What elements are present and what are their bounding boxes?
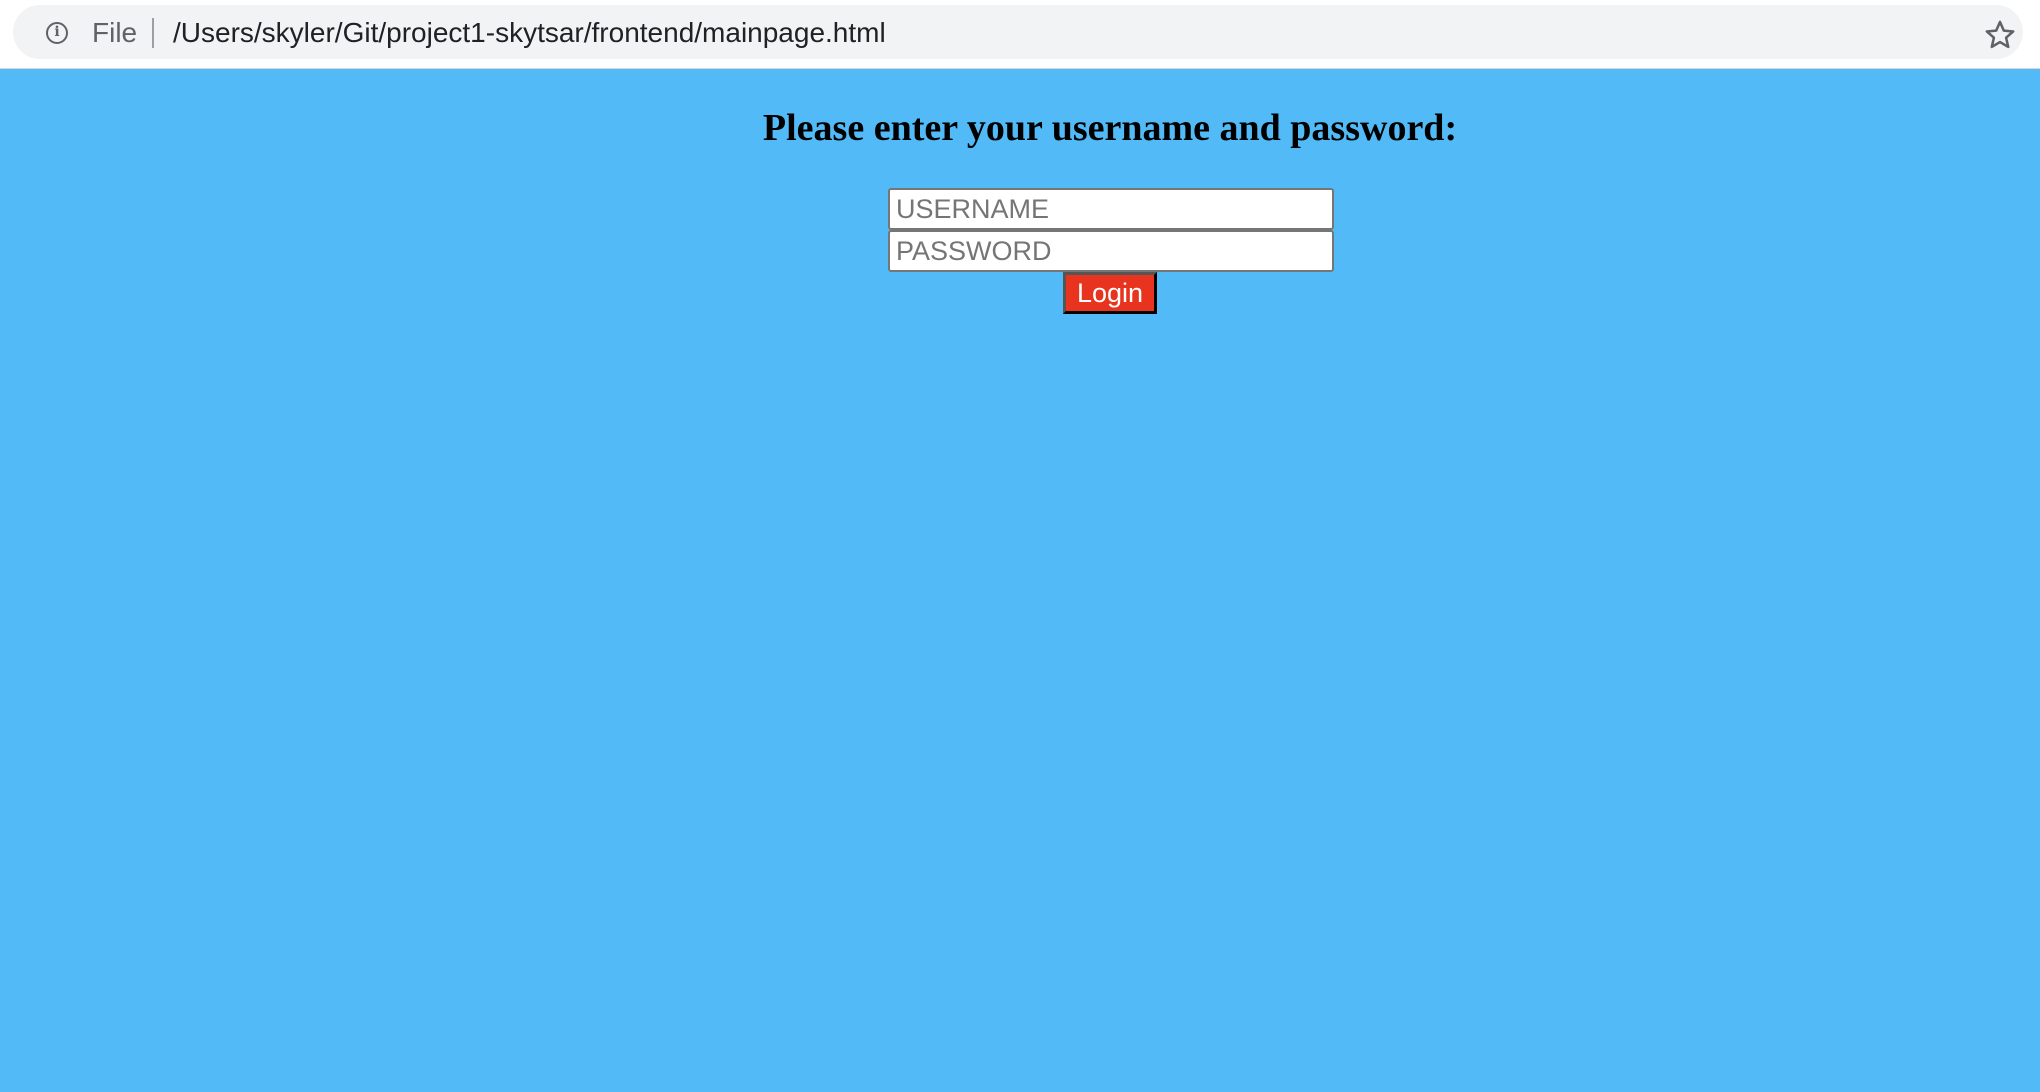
address-bar[interactable]: i File /Users/skyler/Git/project1-skytsa… [13, 5, 2023, 59]
username-input[interactable] [888, 188, 1334, 230]
address-divider [152, 18, 154, 48]
url-text[interactable]: /Users/skyler/Git/project1-skytsar/front… [173, 17, 886, 49]
info-icon[interactable]: i [46, 22, 68, 44]
login-button[interactable]: Login [1063, 272, 1157, 314]
page-title: Please enter your username and password: [762, 107, 1458, 149]
file-scheme-label: File [92, 17, 138, 48]
browser-toolbar: i File /Users/skyler/Git/project1-skytsa… [0, 0, 2040, 69]
password-input[interactable] [888, 230, 1334, 272]
star-icon[interactable] [1983, 18, 2017, 52]
page-content: Please enter your username and password:… [0, 69, 2040, 1092]
